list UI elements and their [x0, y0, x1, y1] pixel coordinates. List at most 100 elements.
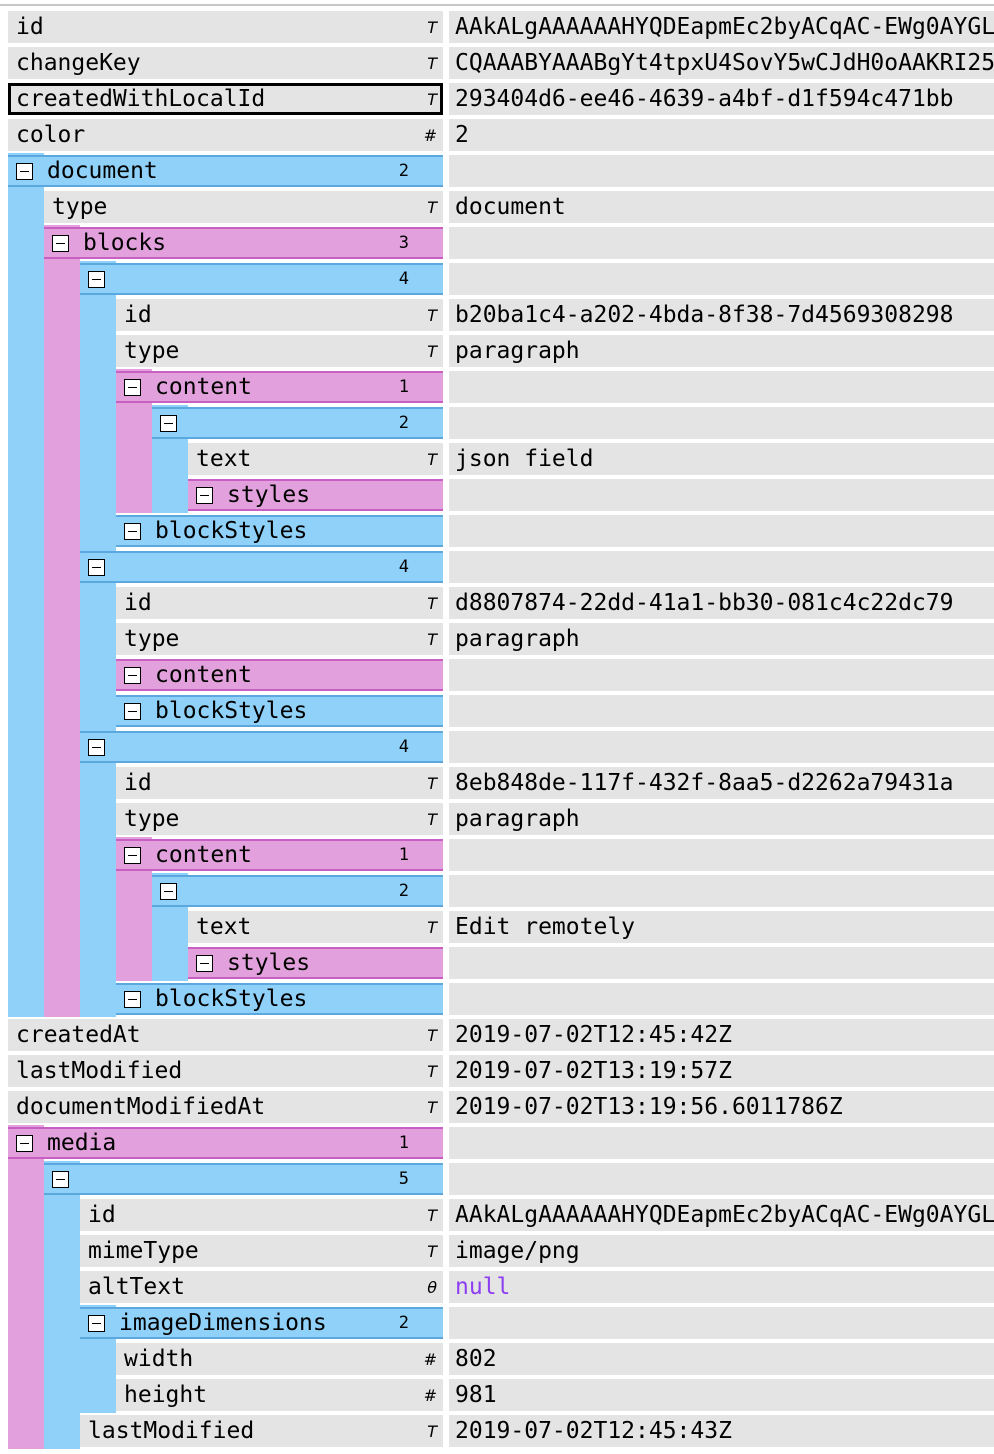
node-key-label: document — [47, 158, 158, 184]
value-text: AAkALgAAAAAAHYQDEapmEc2byACqAC-EWg0AYGL — [455, 1202, 994, 1228]
collapse-icon[interactable] — [16, 162, 33, 180]
node-value[interactable]: 2 — [449, 119, 994, 151]
collapse-icon[interactable] — [124, 702, 141, 720]
tree-node-createdwithlocalid[interactable]: createdWithLocalId T — [8, 83, 443, 115]
collapse-icon[interactable] — [88, 270, 105, 288]
tree-node-documentmodifiedat[interactable]: documentModifiedAt T — [8, 1091, 443, 1123]
tree-node-item[interactable]: 2 — [152, 875, 443, 907]
tree-node-color[interactable]: color # — [8, 119, 443, 151]
tree-node-imagedimensions[interactable]: imageDimensions 2 — [80, 1307, 443, 1339]
node-value[interactable]: CQAAABYAAABgYt4tpxU4SovY5wCJdH0oAAKRI25 — [449, 47, 994, 79]
node-value[interactable]: document — [449, 191, 994, 223]
tree-node-id[interactable]: id T — [116, 767, 443, 799]
node-value[interactable]: paragraph — [449, 335, 994, 367]
node-value[interactable] — [449, 1307, 994, 1339]
node-value[interactable] — [449, 695, 994, 727]
tree-node-content[interactable]: content 1 — [116, 839, 443, 871]
node-value[interactable] — [449, 371, 994, 403]
tree-node-item[interactable]: 4 — [80, 551, 443, 583]
node-value[interactable] — [449, 551, 994, 583]
collapse-icon[interactable] — [196, 954, 213, 972]
tree-node-createdat[interactable]: createdAt T — [8, 1019, 443, 1051]
collapse-icon[interactable] — [88, 1314, 105, 1332]
tree-node-content[interactable]: content — [116, 659, 443, 691]
tree-node-item[interactable]: 4 — [80, 731, 443, 763]
node-value[interactable]: Edit remotely — [449, 911, 994, 943]
node-value[interactable] — [449, 1163, 994, 1195]
node-value[interactable]: AAkALgAAAAAAHYQDEapmEc2byACqAC-EWg0AYGL — [449, 1199, 994, 1231]
tree-node-type[interactable]: type T — [116, 335, 443, 367]
collapse-icon[interactable] — [124, 846, 141, 864]
collapse-icon[interactable] — [196, 486, 213, 504]
tree-node-changekey[interactable]: changeKey T — [8, 47, 443, 79]
collapse-icon[interactable] — [124, 378, 141, 396]
node-value[interactable]: b20ba1c4-a202-4bda-8f38-7d4569308298 — [449, 299, 994, 331]
tree-node-blockstyles[interactable]: blockStyles — [116, 515, 443, 547]
tree-node-type[interactable]: type T — [44, 191, 443, 223]
node-value[interactable] — [449, 479, 994, 511]
node-value[interactable] — [449, 839, 994, 871]
tree-node-media[interactable]: media 1 — [8, 1127, 443, 1159]
tree-node-blocks[interactable]: blocks 3 — [44, 227, 443, 259]
node-value[interactable]: 981 — [449, 1379, 994, 1411]
node-value[interactable] — [449, 875, 994, 907]
collapse-icon[interactable] — [16, 1134, 33, 1152]
node-value[interactable]: 2019-07-02T12:45:42Z — [449, 1019, 994, 1051]
collapse-icon[interactable] — [160, 882, 177, 900]
tree-node-content[interactable]: content 1 — [116, 371, 443, 403]
node-value[interactable]: d8807874-22dd-41a1-bb30-081c4c22dc79 — [449, 587, 994, 619]
node-value[interactable]: image/png — [449, 1235, 994, 1267]
tree-node-type[interactable]: type T — [116, 623, 443, 655]
collapse-icon[interactable] — [88, 558, 105, 576]
tree-node-lastmodified[interactable]: lastModified T — [80, 1415, 443, 1447]
tree-node-styles[interactable]: styles — [188, 947, 443, 979]
node-value[interactable] — [449, 947, 994, 979]
tree-node-id[interactable]: id T — [116, 299, 443, 331]
node-value[interactable]: 293404d6-ee46-4639-a4bf-d1f594c471bb — [449, 83, 994, 115]
node-value[interactable] — [449, 1127, 994, 1159]
tree-node-styles[interactable]: styles — [188, 479, 443, 511]
node-value[interactable] — [449, 515, 994, 547]
collapse-icon[interactable] — [124, 990, 141, 1008]
tree-node-type[interactable]: type T — [116, 803, 443, 835]
node-value[interactable]: 2019-07-02T12:45:43Z — [449, 1415, 994, 1447]
tree-node-blockstyles[interactable]: blockStyles — [116, 695, 443, 727]
tree-node-width[interactable]: width # — [116, 1343, 443, 1375]
tree-node-text[interactable]: text T — [188, 911, 443, 943]
tree-node-blockstyles[interactable]: blockStyles — [116, 983, 443, 1015]
tree-node-id[interactable]: id T — [80, 1199, 443, 1231]
collapse-icon[interactable] — [160, 414, 177, 432]
node-value[interactable]: AAkALgAAAAAAHYQDEapmEc2byACqAC-EWg0AYGL — [449, 11, 994, 43]
collapse-icon[interactable] — [124, 666, 141, 684]
collapse-icon[interactable] — [52, 1170, 69, 1188]
node-value[interactable] — [449, 659, 994, 691]
tree-node-document[interactable]: document 2 — [8, 155, 443, 187]
tree-node-item[interactable]: 2 — [152, 407, 443, 439]
node-value[interactable]: 802 — [449, 1343, 994, 1375]
tree-node-mimetype[interactable]: mimeType T — [80, 1235, 443, 1267]
node-value[interactable] — [449, 731, 994, 763]
tree-node-id[interactable]: id T — [8, 11, 443, 43]
collapse-icon[interactable] — [124, 522, 141, 540]
node-value[interactable]: paragraph — [449, 623, 994, 655]
collapse-icon[interactable] — [88, 738, 105, 756]
tree-node-item[interactable]: 4 — [80, 263, 443, 295]
node-value[interactable]: 2019-07-02T13:19:57Z — [449, 1055, 994, 1087]
node-value[interactable]: json field — [449, 443, 994, 475]
tree-node-id[interactable]: id T — [116, 587, 443, 619]
node-value[interactable]: 2019-07-02T13:19:56.6011786Z — [449, 1091, 994, 1123]
node-value[interactable] — [449, 227, 994, 259]
tree-node-height[interactable]: height # — [116, 1379, 443, 1411]
node-value[interactable]: 8eb848de-117f-432f-8aa5-d2262a79431a — [449, 767, 994, 799]
tree-node-alttext[interactable]: altText θ — [80, 1271, 443, 1303]
node-value[interactable] — [449, 983, 994, 1015]
node-value[interactable]: paragraph — [449, 803, 994, 835]
node-value[interactable] — [449, 407, 994, 439]
collapse-icon[interactable] — [52, 234, 69, 252]
node-value[interactable]: null — [449, 1271, 994, 1303]
tree-node-text[interactable]: text T — [188, 443, 443, 475]
tree-node-lastmodified[interactable]: lastModified T — [8, 1055, 443, 1087]
node-value[interactable] — [449, 263, 994, 295]
node-value[interactable] — [449, 155, 994, 187]
tree-node-item[interactable]: 5 — [44, 1163, 443, 1195]
